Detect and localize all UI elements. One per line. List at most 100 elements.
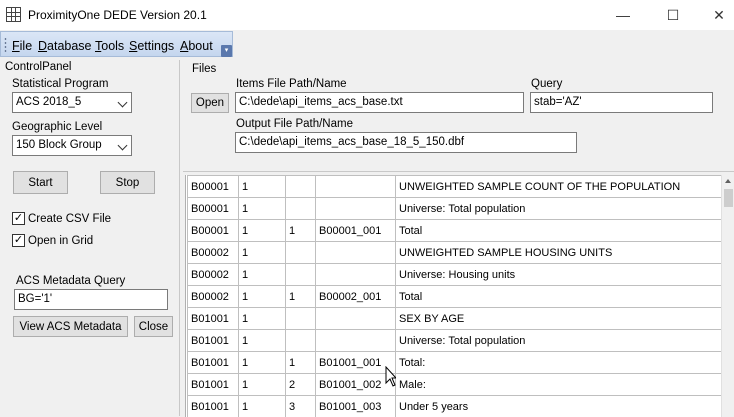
open-grid-checkbox[interactable]: ✓ (12, 234, 25, 247)
table-cell[interactable]: Under 5 years (395, 395, 722, 417)
table-cell[interactable]: B01001 (187, 307, 239, 330)
start-button[interactable]: Start (13, 171, 68, 194)
table-cell[interactable]: B01001 (187, 395, 239, 417)
table-cell[interactable]: 1 (285, 219, 316, 242)
table-row[interactable]: B00002 1 1 B00002_001 Total (187, 285, 722, 308)
table-cell[interactable]: B01001 (187, 373, 239, 396)
data-grid[interactable]: B00001 1 UNWEIGHTED SAMPLE COUNT OF THE PO… (185, 175, 734, 417)
table-cell[interactable]: UNWEIGHTED SAMPLE HOUSING UNITS (395, 241, 722, 264)
table-cell[interactable]: Total (395, 285, 722, 308)
table-row[interactable]: B01001 1 3 B01001_003 Under 5 years (187, 395, 722, 417)
table-cell[interactable]: 1 (238, 285, 286, 308)
table-cell[interactable]: Total (395, 219, 722, 242)
table-cell[interactable] (285, 307, 316, 330)
table-row[interactable]: B00001 1 UNWEIGHTED SAMPLE COUNT OF THE PO… (187, 175, 722, 198)
vertical-scrollbar[interactable] (721, 175, 734, 417)
grip-icon[interactable] (4, 37, 7, 53)
menu-file[interactable]: File (12, 39, 32, 53)
table-cell[interactable] (285, 241, 316, 264)
items-path-input[interactable]: C:\dede\api_items_acs_base.txt (235, 92, 524, 113)
create-csv-checkbox[interactable]: ✓ (12, 212, 25, 225)
table-cell[interactable] (315, 307, 396, 330)
table-cell[interactable]: Universe: Housing units (395, 263, 722, 286)
table-cell[interactable]: 1 (238, 395, 286, 417)
table-cell[interactable]: 1 (238, 263, 286, 286)
table-cell[interactable]: 3 (285, 395, 316, 417)
table-cell[interactable]: SEX BY AGE (395, 307, 722, 330)
table-cell[interactable]: B00002 (187, 263, 239, 286)
table-cell[interactable]: 1 (238, 307, 286, 330)
scroll-up-arrow-icon[interactable] (725, 179, 731, 183)
open-grid-label: Open in Grid (28, 235, 94, 247)
menu-settings[interactable]: Settings (129, 39, 174, 53)
query-input[interactable]: stab='AZ' (530, 92, 713, 113)
table-cell[interactable] (315, 329, 396, 352)
table-row[interactable]: B00001 1 1 B00001_001 Total (187, 219, 722, 242)
table-cell[interactable]: UNWEIGHTED SAMPLE COUNT OF THE POPULATIO… (395, 175, 722, 198)
output-path-input[interactable]: C:\dede\api_items_acs_base_18_5_150.dbf (235, 132, 577, 153)
table-row[interactable]: B00002 1 UNWEIGHTED SAMPLE HOUSING UNITS (187, 241, 722, 264)
table-cell[interactable] (315, 175, 396, 198)
scroll-thumb[interactable] (724, 189, 733, 207)
table-cell[interactable]: B01001 (187, 329, 239, 352)
table-cell[interactable]: 2 (285, 373, 316, 396)
items-path-label: Items File Path/Name (236, 78, 347, 90)
geographic-level-select[interactable]: 150 Block Group (12, 135, 132, 156)
menu-database[interactable]: Database (38, 39, 92, 53)
table-cell[interactable]: B00001 (187, 197, 239, 220)
table-cell[interactable]: 1 (285, 351, 316, 374)
table-cell[interactable]: 1 (238, 329, 286, 352)
menu-about[interactable]: About (180, 39, 213, 53)
table-cell[interactable]: Total: (395, 351, 722, 374)
table-cell[interactable]: Male: (395, 373, 722, 396)
table-cell[interactable] (315, 197, 396, 220)
table-cell[interactable]: 1 (238, 241, 286, 264)
table-cell[interactable]: 1 (238, 351, 286, 374)
table-cell[interactable] (285, 329, 316, 352)
table-cell[interactable] (315, 241, 396, 264)
metadata-query-input[interactable]: BG='1' (14, 289, 168, 310)
table-cell[interactable]: Universe: Total population (395, 329, 722, 352)
files-title: Files (192, 63, 217, 75)
table-row[interactable]: B00001 1 Universe: Total population (187, 197, 722, 220)
close-button[interactable]: Close (134, 316, 173, 337)
overflow-chevron-icon[interactable]: ▾ (221, 45, 232, 57)
close-window-button[interactable]: ✕ (696, 0, 734, 30)
open-button[interactable]: Open (191, 93, 229, 113)
table-cell[interactable]: B00001 (187, 175, 239, 198)
table-cell[interactable]: 1 (285, 285, 316, 308)
table-cell[interactable]: B01001_003 (315, 395, 396, 417)
maximize-button[interactable]: ☐ (650, 0, 696, 30)
table-cell[interactable]: Universe: Total population (395, 197, 722, 220)
table-row[interactable]: B01001 1 SEX BY AGE (187, 307, 722, 330)
chevron-down-icon (117, 97, 128, 108)
view-metadata-button[interactable]: View ACS Metadata (13, 316, 128, 337)
table-cell[interactable]: B00001_001 (315, 219, 396, 242)
menu-tools[interactable]: Tools (95, 39, 124, 53)
table-cell[interactable] (315, 263, 396, 286)
table-cell[interactable]: B00002 (187, 241, 239, 264)
table-cell[interactable]: B00002 (187, 285, 239, 308)
checkmark-icon: ✓ (13, 234, 24, 246)
statistical-program-select[interactable]: ACS 2018_5 (12, 92, 132, 113)
table-cell[interactable] (285, 263, 316, 286)
table-cell[interactable]: B00002_001 (315, 285, 396, 308)
minimize-icon: — (616, 7, 630, 23)
output-path-label: Output File Path/Name (236, 118, 353, 130)
table-cell[interactable]: 1 (238, 175, 286, 198)
minimize-button[interactable]: — (600, 0, 646, 30)
stop-button[interactable]: Stop (100, 171, 155, 194)
table-row[interactable]: B01001 1 Universe: Total population (187, 329, 722, 352)
close-icon: ✕ (713, 6, 725, 23)
table-row[interactable]: B01001 1 2 B01001_002 Male: (187, 373, 722, 396)
table-cell[interactable]: 1 (238, 373, 286, 396)
table-cell[interactable]: 1 (238, 219, 286, 242)
table-cell[interactable]: B00001 (187, 219, 239, 242)
table-cell[interactable] (285, 197, 316, 220)
table-row[interactable]: B01001 1 1 B01001_001 Total: (187, 351, 722, 374)
table-cell[interactable]: 1 (238, 197, 286, 220)
table-cell[interactable] (285, 175, 316, 198)
table-cell[interactable]: B01001 (187, 351, 239, 374)
table-row[interactable]: B00002 1 Universe: Housing units (187, 263, 722, 286)
chevron-down-icon (117, 140, 128, 151)
